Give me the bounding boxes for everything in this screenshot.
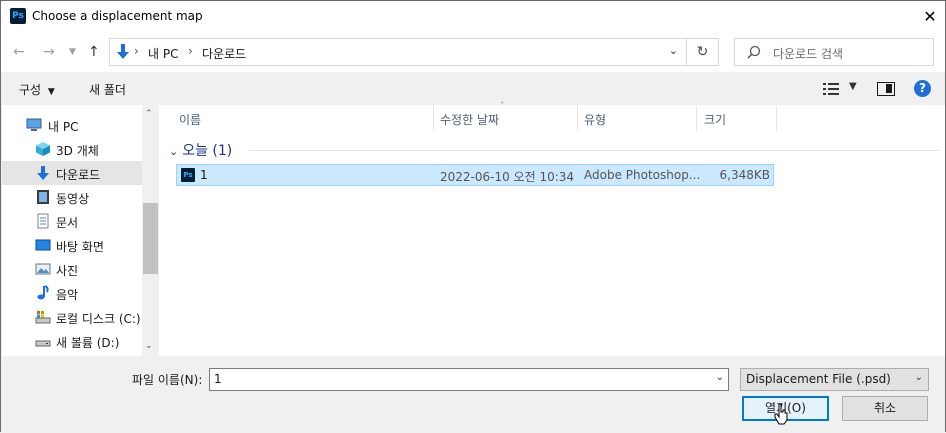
breadcrumb-separator-icon: › [134,44,139,58]
chevron-down-icon: ⌄ [914,372,923,383]
group-divider [249,150,939,151]
sidebar-item-label: 문서 [56,216,79,230]
window-title: Choose a displacement map [32,9,203,23]
sidebar-item-local-disk-c[interactable]: 로컬 디스크 (C:) [2,305,142,329]
column-divider[interactable] [577,105,578,131]
refresh-button[interactable]: ↻ [687,38,719,66]
sidebar-item-label: 로컬 디스크 (C:) [56,312,141,326]
address-history-chevron-icon[interactable]: ⌄ [669,44,678,57]
drive-icon [35,340,51,347]
scroll-up-arrow-icon[interactable]: ⌃ [145,109,153,119]
organize-menu[interactable]: 구성 ▼ [19,81,55,98]
filename-value: 1 [214,372,222,386]
download-folder-icon [117,44,129,59]
file-dialog: Ps Choose a displacement map ✕ ← → ▼ ↑ ›… [0,0,946,433]
sidebar-scrollbar[interactable]: ⌃ ⌄ [142,105,159,356]
sidebar-item-label: 다운로드 [56,168,101,182]
address-bar[interactable]: › 내 PC › 다운로드 ⌄ [109,38,687,66]
back-arrow-icon[interactable]: ← [13,44,25,60]
filename-label: 파일 이름(N): [132,373,203,387]
search-icon [747,45,761,59]
column-header-size[interactable]: 크기 [704,105,726,131]
preview-pane-icon[interactable] [877,82,895,96]
help-icon[interactable]: ? [914,80,931,97]
new-folder-button[interactable]: 새 폴더 [89,81,126,98]
filetype-value: Displacement File (.psd) [746,372,891,386]
music-icon [37,285,49,300]
sidebar-item-documents[interactable]: 문서 [2,209,142,233]
file-size: 6,348KB [719,168,770,182]
pc-icon [26,118,42,131]
sidebar-item-videos[interactable]: 동영상 [2,185,142,209]
sidebar-item-label: 사진 [56,264,79,278]
sidebar-item-label: 음악 [56,288,79,302]
breadcrumb-separator-icon: › [188,44,193,58]
group-header-label: ⌄ 오늘 (1) [169,143,233,159]
organize-label: 구성 [19,83,42,97]
sidebar-item-new-volume-d[interactable]: 새 볼륨 (D:) [2,329,142,353]
search-box[interactable]: 다운로드 검색 [734,38,934,66]
scrollbar-thumb[interactable] [143,203,158,274]
photoshop-app-icon: Ps [10,8,26,24]
sidebar-item-this-pc[interactable]: 내 PC [2,113,142,137]
file-list: 이름 수정한 날짜 ˇ 유형 크기 ⌄ 오늘 (1) Ps 1 2022-06-1… [159,102,945,356]
sidebar-item-label: 동영상 [56,192,90,206]
chevron-down-icon: ⌄ [169,145,179,158]
sidebar-item-desktop[interactable]: 바탕 화면 [2,233,142,257]
sidebar-item-label: 내 PC [48,120,79,134]
video-icon [37,190,49,204]
navigation-bar: ← → ▼ ↑ › 내 PC › 다운로드 ⌄ ↻ 다운로드 검색 [1,32,945,72]
column-divider[interactable] [433,105,434,131]
column-header-type[interactable]: 유형 [584,105,606,131]
forward-arrow-icon[interactable]: → [43,44,55,60]
sort-chevron-icon: ˇ [500,102,505,112]
filename-input[interactable]: 1 ⌄ [209,368,729,391]
document-icon [37,213,49,229]
chevron-down-icon: ▼ [47,87,55,97]
drive-icon [35,311,51,324]
dialog-footer: 파일 이름(N): 1 ⌄ Displacement File (.psd) ⌄… [1,356,945,433]
file-modified: 2022-06-10 오전 10:34 [440,170,575,184]
mouse-pointer-icon [774,403,788,425]
search-placeholder: 다운로드 검색 [773,47,844,61]
recent-locations-chevron-icon[interactable]: ▼ [69,47,76,57]
up-arrow-icon[interactable]: ↑ [88,44,100,60]
download-icon [37,166,49,180]
sidebar-item-label: 3D 개체 [56,144,99,158]
psd-file-icon: Ps [181,168,195,182]
column-header-modified[interactable]: 수정한 날짜 [440,105,499,131]
picture-icon [35,263,51,275]
filename-history-chevron-icon[interactable]: ⌄ [716,372,724,383]
breadcrumb-this-pc[interactable]: 내 PC [148,45,178,62]
table-row[interactable]: Ps 1 2022-06-10 오전 10:34 Adobe Photoshop… [176,164,774,186]
file-name: 1 [200,168,208,182]
view-chevron-down-icon[interactable]: ▼ [849,81,857,92]
cancel-button[interactable]: 취소 [842,396,928,421]
filetype-select[interactable]: Displacement File (.psd) ⌄ [740,368,929,391]
sidebar-item-downloads[interactable]: 다운로드 [2,161,142,185]
cube-icon [36,142,50,156]
sidebar-item-3d-objects[interactable]: 3D 개체 [2,137,142,161]
sidebar-item-pictures[interactable]: 사진 [2,257,142,281]
column-divider[interactable] [696,105,697,131]
close-button[interactable]: ✕ [915,1,945,32]
file-type: Adobe Photoshop... [584,168,701,182]
title-bar: Ps Choose a displacement map ✕ [1,1,945,32]
desktop-icon [35,239,51,251]
column-header-name[interactable]: 이름 [179,105,201,131]
column-divider[interactable] [776,105,777,131]
sidebar-item-music[interactable]: 음악 [2,281,142,305]
sidebar-item-label: 새 볼륨 (D:) [56,336,120,350]
navigation-pane: 내 PC 3D 개체 다운로드 동영상 문서 바탕 화면 사진 음악 로컬 디스… [2,105,159,356]
scroll-down-arrow-icon[interactable]: ⌄ [145,341,153,351]
breadcrumb-downloads[interactable]: 다운로드 [202,45,246,62]
sidebar-item-label: 바탕 화면 [56,240,104,254]
command-bar: 구성 ▼ 새 폴더 ▼ ? [1,72,945,105]
view-options-icon[interactable] [823,82,839,96]
